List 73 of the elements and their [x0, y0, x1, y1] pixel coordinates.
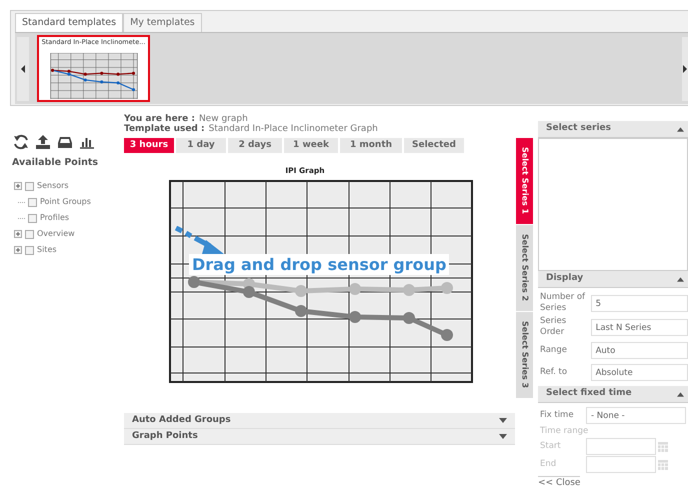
expand-icon[interactable]	[14, 182, 22, 190]
tree-item[interactable]: Sites	[37, 244, 57, 256]
breadcrumb-value: New graph	[198, 114, 248, 124]
range-tab[interactable]: 1 week	[284, 138, 338, 153]
tray-icon[interactable]	[56, 134, 74, 150]
caret-icon	[677, 126, 684, 132]
select-value: 5	[596, 298, 601, 308]
tree-item[interactable]: Profiles	[40, 212, 70, 224]
range-tab[interactable]: 2 days	[228, 138, 282, 153]
range-tab[interactable]: 3 hours	[124, 138, 174, 153]
right-arrow-icon	[683, 64, 687, 73]
field-label: Number of Series	[539, 292, 586, 314]
tree-item[interactable]: Overview	[37, 228, 75, 240]
select-field[interactable]: 5	[590, 294, 688, 312]
checkbox[interactable]	[25, 182, 34, 191]
checkbox[interactable]	[25, 230, 34, 239]
expand-icon[interactable]	[14, 246, 22, 254]
section-title: Auto Added Groups	[132, 414, 231, 427]
section-header[interactable]: Graph Points	[124, 429, 515, 446]
series-tab[interactable]: Select Series 1	[516, 138, 533, 224]
left-arrow-icon	[21, 64, 25, 73]
checkbox[interactable]	[25, 246, 34, 255]
refresh-icon[interactable]	[12, 134, 30, 150]
select-value: Last N Series	[596, 322, 652, 332]
range-tab[interactable]: Selected	[404, 138, 464, 153]
upload-icon[interactable]	[34, 134, 52, 150]
panel-title: Select series	[546, 122, 611, 136]
panel-header[interactable]: Select fixed time	[538, 386, 688, 403]
field-label: Start	[539, 441, 562, 452]
field-label: End	[539, 459, 558, 470]
section-header[interactable]: Auto Added Groups	[124, 413, 515, 430]
template-tab[interactable]: Standard templates	[15, 13, 124, 32]
select-field[interactable]: Last N Series	[590, 318, 688, 336]
field-label: Range	[539, 344, 568, 356]
select-value: - None -	[591, 410, 625, 421]
field-label: Ref. to	[539, 366, 568, 378]
caret-icon	[499, 418, 507, 424]
select-field[interactable]: Auto	[590, 342, 688, 358]
field-label: Series Order	[539, 316, 568, 338]
field-label: Fix time	[539, 410, 575, 421]
series-list[interactable]	[538, 138, 688, 271]
panel-header[interactable]: Select series	[538, 121, 688, 138]
range-tab[interactable]: 1 day	[176, 138, 226, 153]
section-title: Graph Points	[132, 430, 198, 443]
calendar-icon[interactable]	[658, 441, 668, 452]
tree-item[interactable]: Point Groups	[40, 196, 91, 208]
breadcrumb-label: You are here :	[124, 114, 195, 124]
breadcrumb-value: Standard In-Place Inclinometer Graph	[208, 124, 378, 134]
breadcrumb-label: Template used :	[124, 124, 205, 134]
select-field[interactable]: - None -	[586, 407, 686, 424]
panel-title: Select fixed time	[546, 387, 632, 400]
scroll-right-button[interactable]	[682, 36, 688, 101]
expand-icon[interactable]	[14, 230, 22, 238]
select-field[interactable]: Absolute	[590, 364, 688, 380]
select-value: Auto	[596, 344, 616, 356]
select-value: Absolute	[596, 366, 633, 378]
caret-icon	[677, 392, 684, 396]
series-tab[interactable]: Select Series 2	[516, 225, 533, 311]
template-tab[interactable]: My templates	[123, 13, 202, 32]
drag-drop-hint: Drag and drop sensor group	[189, 254, 450, 276]
series-tab[interactable]: Select Series 3	[516, 312, 533, 398]
caret-icon	[499, 434, 507, 440]
panel-header[interactable]: Display	[538, 271, 688, 288]
close-link[interactable]: << Close	[538, 476, 580, 490]
checkbox[interactable]	[28, 214, 37, 223]
panel-title: Display	[546, 272, 584, 286]
checkbox[interactable]	[28, 198, 37, 207]
range-tab[interactable]: 1 month	[340, 138, 402, 153]
scroll-left-button[interactable]	[17, 36, 29, 101]
sidebar-title: Available Points	[12, 156, 100, 170]
calendar-icon[interactable]	[658, 459, 668, 470]
caret-icon	[677, 276, 684, 282]
tree-item[interactable]: Sensors	[37, 180, 69, 192]
